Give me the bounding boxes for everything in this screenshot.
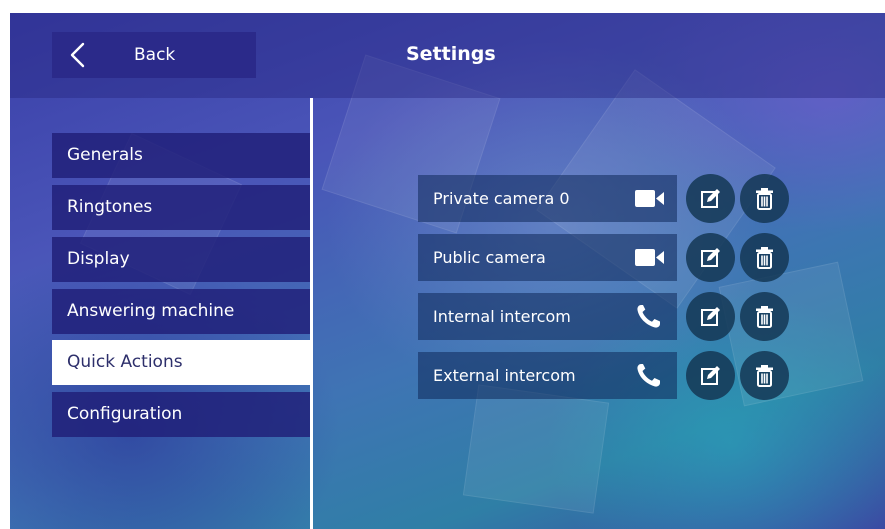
trash-icon xyxy=(756,306,773,328)
menu-item-generals[interactable]: Generals xyxy=(52,133,310,178)
edit-button[interactable] xyxy=(686,292,735,341)
quick-action-row[interactable]: External intercom xyxy=(418,352,677,399)
video-camera-icon xyxy=(635,190,664,207)
edit-icon xyxy=(701,307,720,326)
back-button[interactable]: Back xyxy=(52,32,256,78)
background-shape xyxy=(462,384,610,514)
chevron-left-icon xyxy=(70,42,85,68)
delete-button[interactable] xyxy=(740,292,789,341)
quick-action-row[interactable]: Internal intercom xyxy=(418,293,677,340)
background-shape xyxy=(718,261,864,407)
phone-handset-icon xyxy=(637,305,660,328)
edit-button[interactable] xyxy=(686,351,735,400)
menu-item-answering-machine[interactable]: Answering machine xyxy=(52,289,310,334)
trash-icon xyxy=(756,188,773,210)
edit-icon xyxy=(701,189,720,208)
settings-screen: Back Settings Generals Ringtones Display… xyxy=(10,13,885,529)
edit-button[interactable] xyxy=(686,174,735,223)
quick-action-label: Internal intercom xyxy=(433,307,571,326)
trash-icon xyxy=(756,247,773,269)
delete-button[interactable] xyxy=(740,174,789,223)
header-bar: Back Settings xyxy=(10,13,885,98)
edit-button[interactable] xyxy=(686,233,735,282)
quick-action-label: Public camera xyxy=(433,248,546,267)
quick-action-label: External intercom xyxy=(433,366,576,385)
trash-icon xyxy=(756,365,773,387)
menu-item-display[interactable]: Display xyxy=(52,237,310,282)
delete-button[interactable] xyxy=(740,351,789,400)
menu-item-configuration[interactable]: Configuration xyxy=(52,392,310,437)
quick-action-row[interactable]: Public camera xyxy=(418,234,677,281)
quick-action-row[interactable]: Private camera 0 xyxy=(418,175,677,222)
panel-divider xyxy=(310,98,313,529)
quick-action-label: Private camera 0 xyxy=(433,189,570,208)
back-label: Back xyxy=(134,45,176,65)
menu-item-ringtones[interactable]: Ringtones xyxy=(52,185,310,230)
menu-item-quick-actions[interactable]: Quick Actions xyxy=(52,340,310,385)
phone-handset-icon xyxy=(637,364,660,387)
edit-icon xyxy=(701,248,720,267)
delete-button[interactable] xyxy=(740,233,789,282)
edit-icon xyxy=(701,366,720,385)
video-camera-icon xyxy=(635,249,664,266)
page-title: Settings xyxy=(406,43,496,65)
